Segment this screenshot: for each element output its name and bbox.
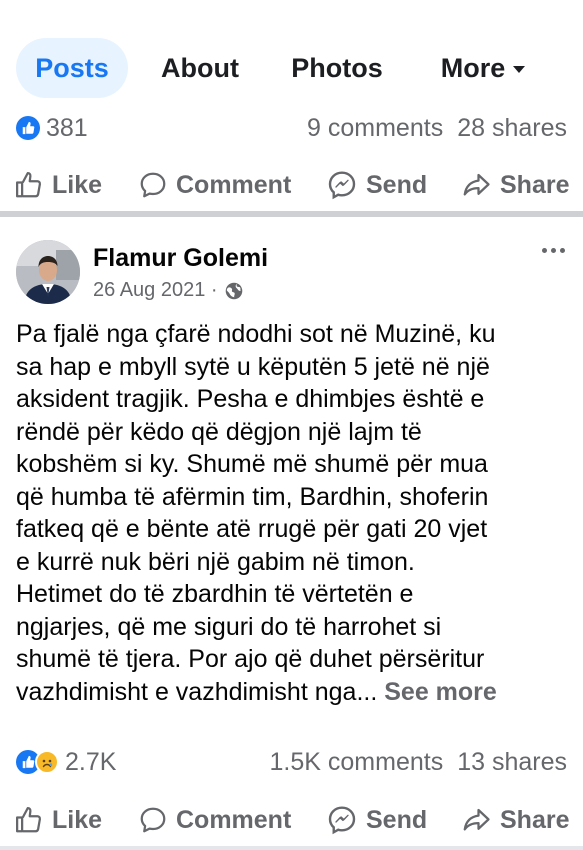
- post2-send-button[interactable]: Send: [326, 796, 427, 844]
- feed-divider: [0, 211, 583, 217]
- more-options-icon[interactable]: [542, 248, 565, 253]
- tab-about[interactable]: About: [148, 38, 252, 98]
- tab-about-label: About: [161, 52, 239, 83]
- post2-share-count[interactable]: 13 shares: [457, 748, 567, 777]
- like-label: Like: [52, 170, 103, 199]
- post2-reaction-summary[interactable]: 2.7K: [16, 744, 116, 780]
- comment-icon: [140, 807, 166, 833]
- tab-photos[interactable]: Photos: [280, 38, 394, 98]
- post-meta: 26 Aug 2021 ·: [93, 279, 244, 302]
- post1-comment-button[interactable]: Comment: [138, 161, 291, 209]
- send-label: Send: [366, 170, 428, 199]
- post2-comment-count[interactable]: 1.5K comments: [270, 748, 444, 777]
- share-label: Share: [500, 170, 570, 199]
- thumbs-up-icon: [16, 807, 42, 833]
- post-date[interactable]: 26 Aug 2021 ·: [93, 279, 218, 302]
- send-label: Send: [366, 805, 428, 834]
- messenger-icon: [328, 806, 356, 835]
- post-body: Pa fjalë nga çfarë ndodhi sot në Muzinë,…: [16, 320, 496, 706]
- comment-label: Comment: [176, 170, 292, 199]
- sad-reaction-icon: [35, 750, 59, 774]
- share-label: Share: [500, 805, 570, 834]
- post1-share-button[interactable]: Share: [460, 161, 569, 209]
- globe-icon: [225, 282, 242, 299]
- post1-comment-count[interactable]: 9 comments: [307, 114, 443, 143]
- post1-share-count[interactable]: 28 shares: [457, 114, 567, 143]
- post1-reaction-count: 381: [46, 113, 88, 142]
- comment-label: Comment: [176, 805, 292, 834]
- thumbs-up-icon: [16, 172, 42, 198]
- post-author-name[interactable]: Flamur Golemi: [93, 244, 268, 273]
- post2-action-bar: Like Comment Send Share: [0, 796, 583, 844]
- tab-more[interactable]: More: [424, 38, 542, 98]
- tab-more-label: More: [440, 52, 506, 83]
- post2-comment-button[interactable]: Comment: [138, 796, 291, 844]
- share-icon: [463, 173, 490, 196]
- avatar[interactable]: [16, 240, 80, 304]
- post2-share-button[interactable]: Share: [460, 796, 569, 844]
- share-icon: [463, 808, 490, 831]
- like-label: Like: [52, 805, 103, 834]
- feed-bottom-divider: [0, 846, 583, 850]
- tab-photos-label: Photos: [291, 52, 383, 83]
- post1-like-button[interactable]: Like: [14, 161, 102, 209]
- like-reaction-icon: [16, 116, 40, 140]
- post2-like-button[interactable]: Like: [14, 796, 102, 844]
- messenger-icon: [328, 171, 356, 200]
- tab-posts[interactable]: Posts: [16, 38, 128, 98]
- post1-action-bar: Like Comment Send Share: [0, 161, 583, 209]
- profile-tabs: Posts About Photos More: [0, 38, 583, 100]
- tab-posts-label: Posts: [35, 52, 109, 83]
- post1-stats-bar: 381 9 comments 28 shares: [0, 110, 583, 146]
- post1-send-button[interactable]: Send: [326, 161, 427, 209]
- dropdown-caret-icon: [513, 66, 526, 73]
- post1-reaction-summary[interactable]: 381: [16, 110, 88, 146]
- post2-reaction-count: 2.7K: [65, 747, 117, 776]
- see-more-link[interactable]: See more: [384, 678, 497, 706]
- comment-icon: [140, 172, 166, 198]
- post-text: Pa fjalë nga çfarë ndodhi sot në Muzinë,…: [16, 318, 576, 708]
- post2-stats-bar: 2.7K 1.5K comments 13 shares: [0, 744, 583, 780]
